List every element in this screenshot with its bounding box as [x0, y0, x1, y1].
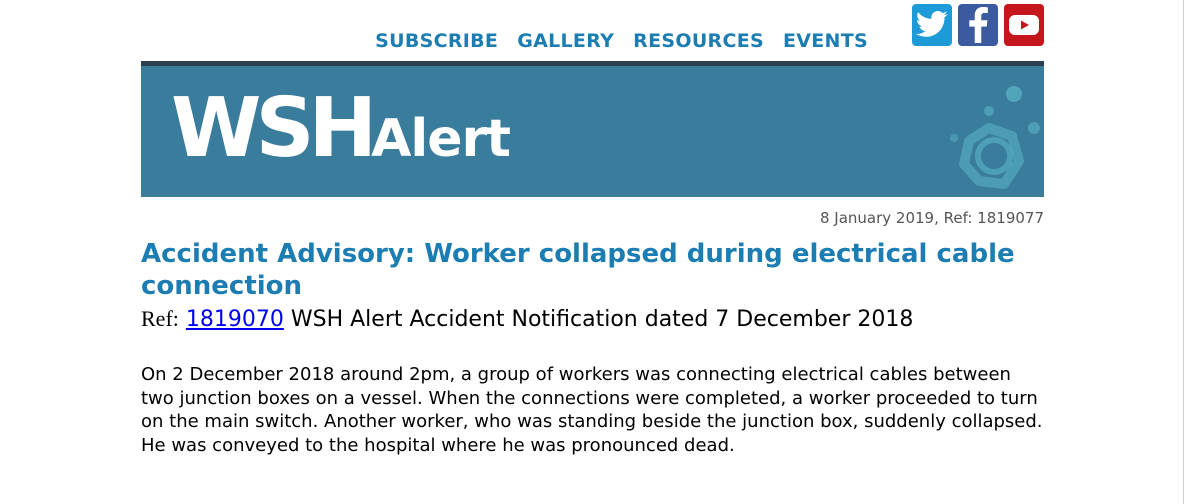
youtube-icon[interactable]: [1004, 4, 1044, 46]
ref-label: Ref:: [141, 306, 179, 331]
wsh-alert-logo: WSHAlert: [171, 81, 511, 176]
social-links: [912, 4, 1044, 46]
newsletter: SUBSCRIBE GALLERY RESOURCES EVENTS WSHAl…: [141, 0, 1044, 456]
ref-link[interactable]: 1819070: [186, 307, 284, 332]
banner-top-stripe: [141, 61, 1044, 66]
nav-resources-link[interactable]: RESOURCES: [633, 30, 764, 52]
facebook-icon[interactable]: [958, 4, 998, 46]
top-bar: SUBSCRIBE GALLERY RESOURCES EVENTS: [141, 0, 1044, 60]
nav-subscribe-link[interactable]: SUBSCRIBE: [375, 30, 498, 52]
article-title: Accident Advisory: Worker collapsed duri…: [141, 239, 1015, 301]
page-edge-divider: [1183, 0, 1184, 504]
ref-description: WSH Alert Accident Notification dated 7 …: [283, 307, 914, 332]
nav-events-link[interactable]: EVENTS: [783, 30, 868, 52]
article-ref-line: Ref: 1819070 WSH Alert Accident Notifica…: [141, 306, 913, 332]
issue-date-ref: 8 January 2019, Ref: 1819077: [819, 209, 1044, 227]
top-nav: SUBSCRIBE GALLERY RESOURCES EVENTS: [375, 30, 868, 52]
article-body: On 2 December 2018 around 2pm, a group o…: [141, 364, 1043, 456]
twitter-icon[interactable]: [912, 4, 952, 46]
wsh-alert-banner: WSHAlert: [141, 61, 1044, 197]
nav-gallery-link[interactable]: GALLERY: [517, 30, 614, 52]
molecule-decoration-icon: [950, 86, 1040, 189]
